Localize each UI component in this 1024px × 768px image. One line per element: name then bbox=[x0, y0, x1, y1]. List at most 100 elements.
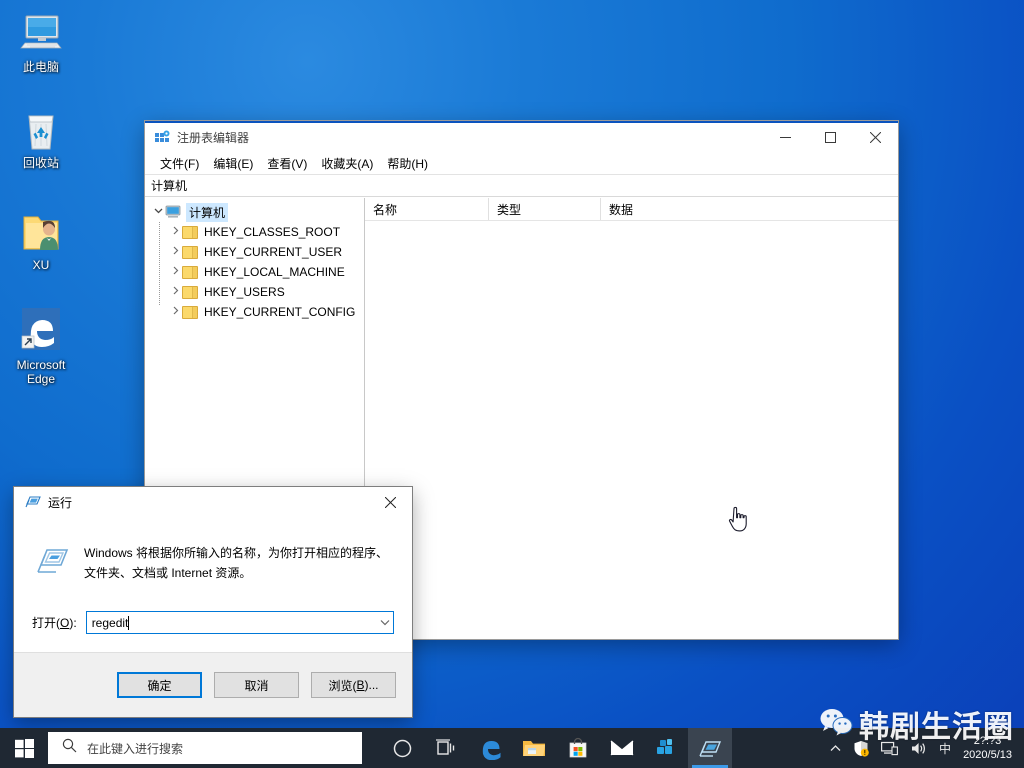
menu-favorites[interactable]: 收藏夹(A) bbox=[314, 153, 380, 174]
run-dialog-body: Windows 将根据你所输入的名称，为你打开相应的程序、文件夹、文档或 Int… bbox=[14, 517, 412, 652]
tree-item-label: 计算机 bbox=[186, 202, 229, 222]
folder-icon bbox=[182, 305, 198, 319]
edge-icon bbox=[2, 306, 80, 354]
menu-view[interactable]: 查看(V) bbox=[260, 153, 314, 174]
network-icon[interactable] bbox=[875, 728, 904, 768]
desktop-icon-label: 此电脑 bbox=[22, 60, 59, 74]
desktop-icon-this-pc[interactable]: 此电脑 bbox=[2, 8, 80, 74]
run-description-row: Windows 将根据你所输入的名称，为你打开相应的程序、文件夹、文档或 Int… bbox=[32, 543, 394, 583]
run-command-input[interactable]: regedit bbox=[87, 615, 376, 630]
menu-file[interactable]: 文件(F) bbox=[153, 153, 206, 174]
run-dialog-titlebar[interactable]: 运行 bbox=[14, 487, 412, 517]
desktop-icon-edge[interactable]: Microsoft Edge bbox=[2, 306, 80, 386]
clock-time: 2?:?3 bbox=[973, 735, 1002, 747]
chevron-right-icon[interactable] bbox=[168, 306, 182, 318]
run-open-label-suffix: ): bbox=[69, 616, 77, 630]
tree-guide-line bbox=[159, 222, 160, 306]
search-input[interactable]: 在此键入进行搜索 bbox=[48, 732, 362, 764]
browse-button[interactable]: 浏览(B)... bbox=[311, 672, 396, 698]
tree-item-hkey-local-machine[interactable]: HKEY_LOCAL_MACHINE bbox=[145, 262, 364, 282]
column-header-type[interactable]: 类型 bbox=[489, 198, 601, 220]
chevron-down-icon[interactable] bbox=[151, 206, 165, 218]
run-dialog-title: 运行 bbox=[48, 495, 73, 510]
tree-item-hkey-users[interactable]: HKEY_USERS bbox=[145, 282, 364, 302]
ime-icon[interactable]: 中 bbox=[933, 728, 957, 768]
maximize-button[interactable] bbox=[808, 123, 853, 152]
registry-editor-title: 注册表编辑器 bbox=[177, 131, 250, 145]
tree-item-hkey-current-config[interactable]: HKEY_CURRENT_CONFIG bbox=[145, 302, 364, 322]
desktop-icon-xu[interactable]: XU bbox=[2, 206, 80, 272]
registry-values-pane[interactable]: 名称 类型 数据 bbox=[365, 198, 898, 639]
microsoft-store-icon[interactable] bbox=[556, 728, 600, 768]
show-hidden-icons-icon[interactable] bbox=[824, 728, 847, 768]
tree-item-label: HKEY_CLASSES_ROOT bbox=[204, 225, 341, 239]
chevron-right-icon[interactable] bbox=[168, 226, 182, 238]
start-button[interactable] bbox=[0, 728, 48, 768]
desktop-icon-recycle-bin[interactable]: 回收站 bbox=[2, 104, 80, 170]
volume-icon[interactable] bbox=[904, 728, 933, 768]
menu-edit[interactable]: 编辑(E) bbox=[206, 153, 260, 174]
text-caret bbox=[128, 615, 130, 630]
chevron-down-icon[interactable] bbox=[376, 618, 393, 628]
desktop-icon-label: XU bbox=[32, 258, 50, 272]
run-open-row: 打开(O): regedit bbox=[32, 611, 394, 634]
desktop[interactable]: 此电脑 回收站 XU Microsoft Edge 注册表编辑器 文件(F) 编… bbox=[0, 0, 1024, 768]
mail-icon[interactable] bbox=[600, 728, 644, 768]
run-command-value: regedit bbox=[91, 615, 129, 630]
desktop-icon-label: Microsoft Edge bbox=[2, 358, 80, 386]
tree-item-label: HKEY_LOCAL_MACHINE bbox=[204, 265, 345, 279]
column-header-name[interactable]: 名称 bbox=[365, 198, 489, 220]
tree-item-label: HKEY_USERS bbox=[204, 285, 285, 299]
run-description-text: Windows 将根据你所输入的名称，为你打开相应的程序、文件夹、文档或 Int… bbox=[84, 546, 389, 580]
run-taskbar-icon[interactable] bbox=[688, 728, 732, 768]
cortana-icon[interactable] bbox=[380, 728, 424, 768]
registry-editor-icon bbox=[154, 130, 170, 146]
clock[interactable]: 2?:?3 2020/5/13 bbox=[957, 728, 1022, 768]
column-header-data[interactable]: 数据 bbox=[601, 198, 898, 220]
browse-label-key: B bbox=[356, 678, 365, 692]
close-button[interactable] bbox=[853, 123, 898, 152]
chevron-right-icon[interactable] bbox=[168, 286, 182, 298]
tree-item-hkey-current-user[interactable]: HKEY_CURRENT_USER bbox=[145, 242, 364, 262]
registry-values-header-row: 名称 类型 数据 bbox=[365, 198, 898, 221]
clock-date: 2020/5/13 bbox=[963, 749, 1012, 761]
minimize-button[interactable] bbox=[763, 123, 808, 152]
tree-item-computer[interactable]: 计算机 bbox=[145, 202, 364, 222]
this-pc-icon bbox=[2, 8, 80, 56]
cancel-button[interactable]: 取消 bbox=[214, 672, 299, 698]
run-dialog-footer: 确定 取消 浏览(B)... bbox=[14, 652, 412, 717]
folder-icon bbox=[182, 265, 198, 279]
file-explorer-icon[interactable] bbox=[512, 728, 556, 768]
registry-address-bar[interactable]: 计算机 bbox=[145, 174, 898, 197]
taskbar[interactable]: 在此键入进行搜索 中 2?:?3 2020/5/13 bbox=[0, 728, 1024, 768]
run-command-combobox[interactable]: regedit bbox=[85, 611, 394, 634]
system-tray[interactable]: 中 2?:?3 2020/5/13 bbox=[824, 728, 1024, 768]
registry-editor-titlebar[interactable]: 注册表编辑器 bbox=[145, 123, 898, 152]
chevron-right-icon[interactable] bbox=[168, 266, 182, 278]
edge-label-line2: Edge bbox=[26, 372, 56, 386]
tree-item-hkey-classes-root[interactable]: HKEY_CLASSES_ROOT bbox=[145, 222, 364, 242]
tree-item-label: HKEY_CURRENT_CONFIG bbox=[204, 305, 356, 319]
run-dialog[interactable]: 运行 Windows 将根据你所输入的名称，为你打开相应的程序、文件夹、文档或 … bbox=[14, 487, 412, 717]
tree-item-label: HKEY_CURRENT_USER bbox=[204, 245, 343, 259]
search-icon bbox=[62, 738, 77, 758]
menu-help[interactable]: 帮助(H) bbox=[380, 153, 435, 174]
edge-icon[interactable] bbox=[468, 728, 512, 768]
task-view-icon[interactable] bbox=[424, 728, 468, 768]
run-close-button[interactable] bbox=[368, 487, 412, 517]
browse-label-suffix: )... bbox=[364, 678, 379, 692]
run-open-label-key: O bbox=[60, 616, 70, 630]
ok-button[interactable]: 确定 bbox=[117, 672, 202, 698]
registry-editor-menubar[interactable]: 文件(F) 编辑(E) 查看(V) 收藏夹(A) 帮助(H) bbox=[145, 152, 898, 174]
registry-values-empty-area[interactable] bbox=[365, 221, 898, 639]
recycle-bin-icon bbox=[2, 104, 80, 152]
run-open-label: 打开(O): bbox=[32, 614, 77, 631]
folder-icon bbox=[182, 245, 198, 259]
edge-label-line1: Microsoft bbox=[16, 358, 66, 372]
blue-app-icon[interactable] bbox=[644, 728, 688, 768]
browse-label-prefix: 浏览( bbox=[328, 678, 357, 693]
registry-address-text: 计算机 bbox=[151, 179, 188, 193]
folder-icon bbox=[182, 225, 198, 239]
chevron-right-icon[interactable] bbox=[168, 246, 182, 258]
security-shield-icon[interactable] bbox=[847, 728, 875, 768]
